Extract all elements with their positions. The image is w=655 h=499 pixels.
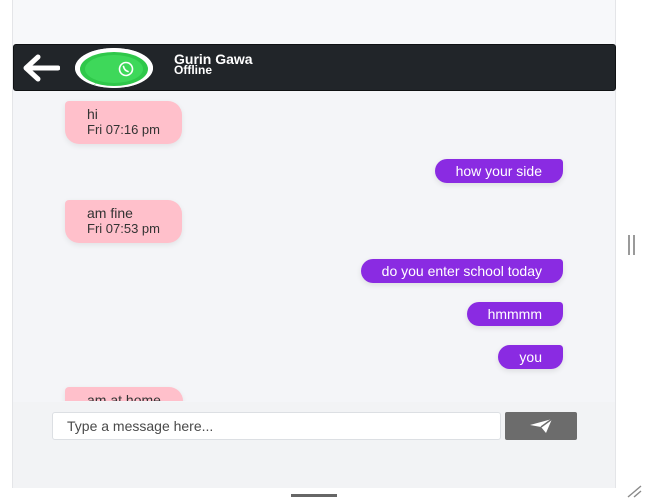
panel-drag-handle[interactable] — [626, 235, 638, 257]
message-timestamp: Fri 07:53 pm — [87, 221, 160, 236]
message-timestamp: Fri 07:16 pm — [87, 122, 160, 137]
back-arrow-icon[interactable] — [22, 53, 61, 83]
outgoing-message: you — [498, 345, 563, 369]
chat-header: Gurin Gawa Offline — [13, 44, 616, 91]
outgoing-message: hmmmm — [466, 302, 563, 326]
bottom-scroll-handle[interactable] — [291, 494, 337, 497]
incoming-message: am at home — [65, 387, 183, 401]
resize-grip-icon[interactable] — [626, 484, 642, 498]
outgoing-message: how your side — [434, 159, 563, 183]
message-text: am at home — [87, 392, 161, 401]
message-text: am fine — [87, 205, 133, 221]
outgoing-message: do you enter school today — [360, 259, 563, 283]
contact-status: Offline — [174, 63, 212, 77]
message-text: hi — [87, 106, 98, 122]
whatsapp-logo-icon — [75, 48, 153, 88]
avatar[interactable] — [75, 48, 153, 88]
incoming-message: am fine Fri 07:53 pm — [65, 200, 182, 243]
send-paper-plane-icon — [530, 418, 553, 433]
incoming-message: hi Fri 07:16 pm — [65, 101, 182, 144]
message-input[interactable] — [52, 412, 501, 440]
message-composer — [13, 402, 615, 488]
chat-window: Gurin Gawa Offline hi Fri 07:16 pm how y… — [12, 0, 616, 488]
message-list: hi Fri 07:16 pm how your side am fine Fr… — [13, 91, 615, 401]
app-frame: Gurin Gawa Offline hi Fri 07:16 pm how y… — [0, 0, 655, 499]
send-button[interactable] — [505, 412, 577, 440]
top-strip — [13, 0, 615, 44]
